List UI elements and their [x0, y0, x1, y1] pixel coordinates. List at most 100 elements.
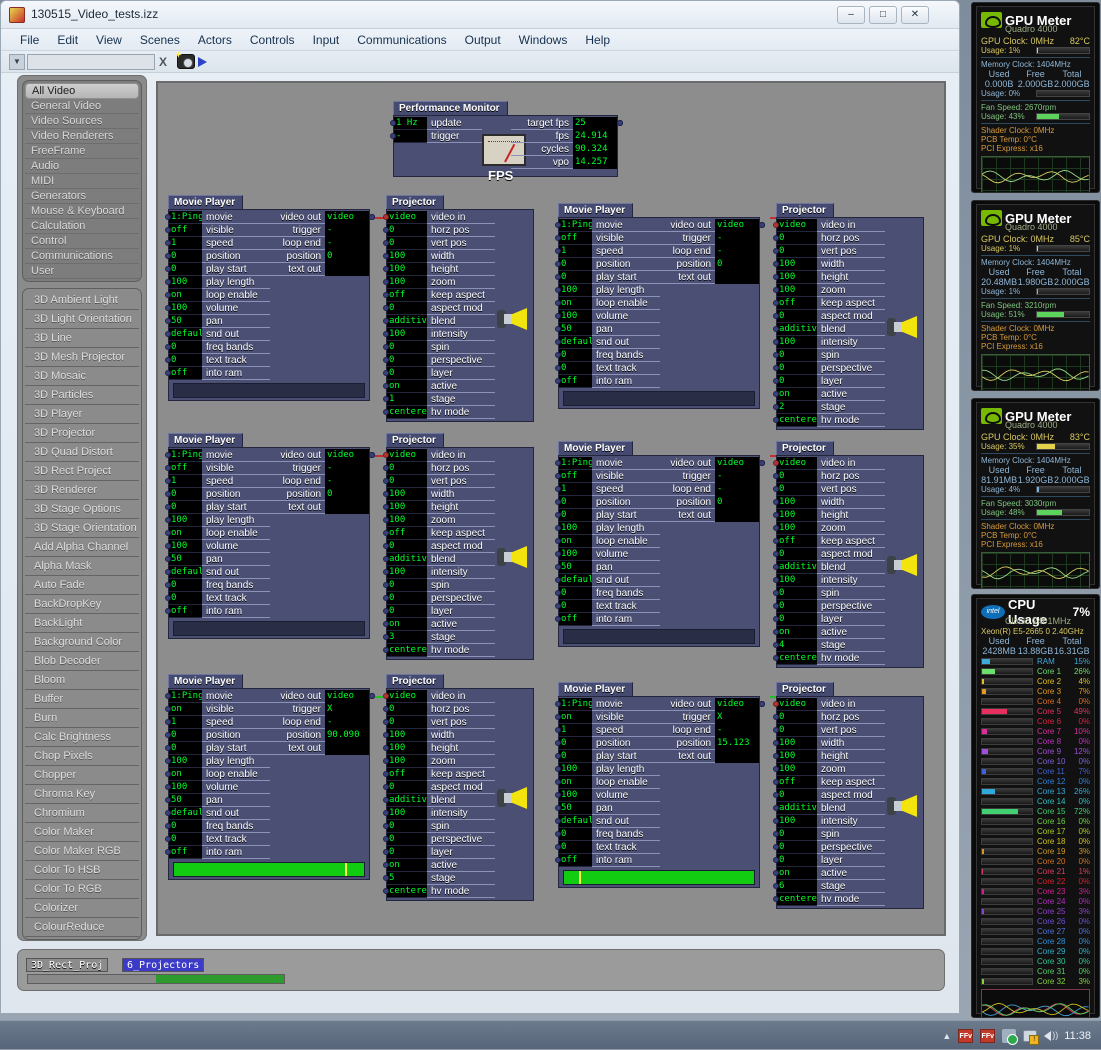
input-port[interactable]: [555, 753, 561, 759]
param-value[interactable]: 1: [169, 237, 202, 250]
input-port[interactable]: [773, 352, 779, 358]
input-port[interactable]: [555, 339, 561, 345]
input-port[interactable]: [383, 292, 389, 298]
param-value[interactable]: 0: [387, 605, 427, 618]
input-port[interactable]: [383, 279, 389, 285]
param-value[interactable]: 100: [777, 258, 817, 271]
param-value[interactable]: 0: [387, 224, 427, 237]
input-port[interactable]: [383, 582, 389, 588]
input-port[interactable]: [383, 227, 389, 233]
input-port[interactable]: [383, 836, 389, 842]
param-value[interactable]: on: [387, 380, 427, 393]
input-port[interactable]: [555, 313, 561, 319]
playback-progress-bar[interactable]: [173, 621, 365, 636]
input-port[interactable]: [555, 714, 561, 720]
param-value[interactable]: 100: [387, 488, 427, 501]
input-port[interactable]: [165, 227, 171, 233]
node-movie-player-5[interactable]: Movie Player1:Ping_movieonvisible1speed0…: [165, 674, 375, 880]
input-port[interactable]: [773, 378, 779, 384]
input-port[interactable]: [383, 875, 389, 881]
param-value[interactable]: 0: [559, 750, 592, 763]
param-row[interactable]: 0 freq bands: [555, 828, 759, 841]
input-port[interactable]: [773, 616, 779, 622]
input-port[interactable]: [383, 862, 389, 868]
input-port[interactable]: [383, 608, 389, 614]
input-port[interactable]: [555, 460, 561, 466]
ffv-tray-icon-2[interactable]: FFv: [980, 1028, 996, 1043]
input-port[interactable]: [773, 287, 779, 293]
input-port[interactable]: [165, 797, 171, 803]
input-port[interactable]: [773, 473, 779, 479]
param-value[interactable]: 50: [169, 794, 202, 807]
playback-progress-bar[interactable]: [563, 870, 755, 885]
actor-item-3d-projector[interactable]: 3D Projector: [25, 424, 139, 443]
param-row[interactable]: 100 play length: [555, 763, 759, 776]
param-value[interactable]: 0: [387, 846, 427, 859]
param-value[interactable]: 100: [777, 737, 817, 750]
param-value[interactable]: on: [169, 527, 202, 540]
input-port[interactable]: [555, 326, 561, 332]
param-row[interactable]: 0 text track: [555, 362, 759, 375]
param-row[interactable]: on active: [773, 626, 923, 639]
input-port[interactable]: [165, 823, 171, 829]
actor-item-colorizer[interactable]: Colorizer: [25, 899, 139, 918]
param-row[interactable]: 0 vert pos: [383, 475, 533, 488]
param-row[interactable]: off keep aspect: [773, 535, 923, 548]
category-item-mouse-keyboard[interactable]: Mouse & Keyboard: [25, 204, 139, 219]
param-value[interactable]: 0: [387, 367, 427, 380]
param-row[interactable]: 100 height: [383, 501, 533, 514]
param-row[interactable]: 100 height: [383, 263, 533, 276]
category-item-generators[interactable]: Generators: [25, 189, 139, 204]
actor-item-bloom[interactable]: Bloom: [25, 671, 139, 690]
param-row[interactable]: 100 volume: [555, 789, 759, 802]
param-value[interactable]: 0: [777, 841, 817, 854]
node-movie-player-6[interactable]: Movie Player1:Ping_movieonvisible1speed0…: [555, 682, 765, 888]
param-row[interactable]: 100 volume: [165, 302, 369, 315]
input-port[interactable]: [555, 473, 561, 479]
param-value[interactable]: 100: [169, 276, 202, 289]
input-port[interactable]: [165, 771, 171, 777]
node-movie-player-4[interactable]: Movie Player1:Ping_movieoffvisible1speed…: [555, 441, 765, 647]
input-port[interactable]: [555, 603, 561, 609]
input-port[interactable]: [555, 274, 561, 280]
param-value[interactable]: additive: [777, 323, 817, 336]
input-port[interactable]: [165, 719, 171, 725]
input-port[interactable]: [773, 805, 779, 811]
gpu-meter-gadget-3[interactable]: GPU Meter Quadro 4000 GPU Clock: 0MHz 83°C U…: [971, 398, 1100, 589]
input-port[interactable]: [165, 595, 171, 601]
playback-progress-bar[interactable]: [173, 862, 365, 877]
param-value[interactable]: 0: [387, 341, 427, 354]
param-value[interactable]: 50: [169, 315, 202, 328]
param-row[interactable]: 100 volume: [165, 781, 369, 794]
param-row[interactable]: defaultsnd out: [555, 815, 759, 828]
param-row[interactable]: 1 stage: [383, 393, 533, 406]
actor-item-3d-stage-options[interactable]: 3D Stage Options: [25, 500, 139, 519]
input-port[interactable]: [773, 417, 779, 423]
param-value[interactable]: 100: [387, 328, 427, 341]
param-value[interactable]: on: [777, 626, 817, 639]
param-row[interactable]: defaultsnd out: [165, 328, 369, 341]
param-row[interactable]: 100 height: [383, 742, 533, 755]
input-port[interactable]: [165, 491, 171, 497]
input-port[interactable]: [165, 357, 171, 363]
node-projector-1[interactable]: Projector video video in 0 horz pos 0 vert pos…: [383, 195, 534, 422]
output-port[interactable]: [759, 222, 765, 228]
param-value[interactable]: on: [387, 859, 427, 872]
actor-item-3d-quad-distort[interactable]: 3D Quad Distort: [25, 443, 139, 462]
input-port[interactable]: [773, 313, 779, 319]
actor-item-buffer[interactable]: Buffer: [25, 690, 139, 709]
param-value[interactable]: 0: [387, 592, 427, 605]
param-row[interactable]: video video in: [383, 690, 533, 703]
input-port[interactable]: [555, 727, 561, 733]
param-value[interactable]: default: [559, 815, 592, 828]
actor-item-color-maker[interactable]: Color Maker: [25, 823, 139, 842]
category-item-all-video[interactable]: All Video: [25, 83, 139, 99]
param-row[interactable]: off keep aspect: [773, 297, 923, 310]
input-port[interactable]: [555, 538, 561, 544]
param-value[interactable]: default: [169, 328, 202, 341]
category-item-video-sources[interactable]: Video Sources: [25, 114, 139, 129]
snapshot-camera-icon[interactable]: [177, 54, 195, 69]
param-row[interactable]: 3 stage: [383, 631, 533, 644]
param-row[interactable]: defaultsnd out: [555, 336, 759, 349]
param-value[interactable]: centered: [387, 644, 427, 657]
